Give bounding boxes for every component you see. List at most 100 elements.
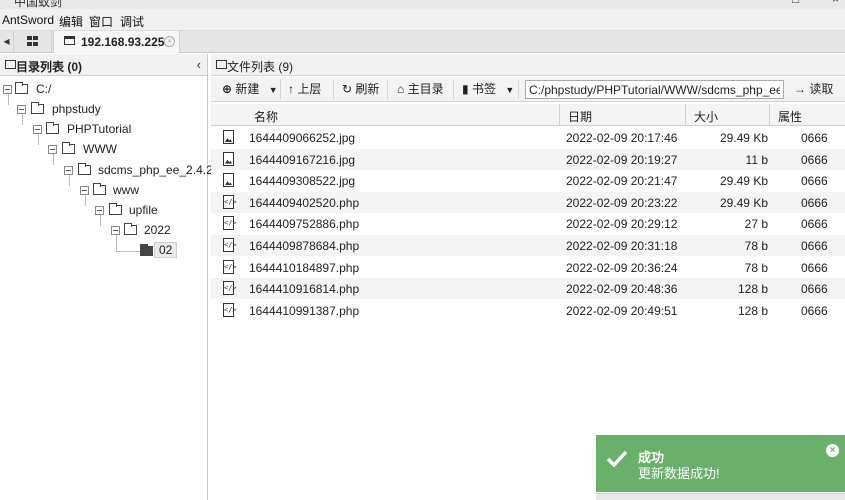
home-dir-button[interactable]: ⌂ 主目录	[397, 81, 444, 98]
folder-icon	[62, 142, 75, 154]
table-row[interactable]: 1644409167216.jpg 2022-02-09 20:19:27 11 b…	[211, 148, 845, 170]
toast-close-icon[interactable]: ×	[826, 444, 839, 457]
directory-panel-title: 目录列表 (0)	[16, 60, 83, 74]
read-button[interactable]: → 读取	[794, 81, 833, 98]
cell-size: 27 b	[744, 217, 768, 232]
tree-toggle-icon[interactable]	[64, 166, 73, 175]
window-title: 中国蚁剑	[14, 0, 63, 9]
tree-node-label: phpstudy	[52, 102, 101, 116]
refresh-button[interactable]: ↻ 刷新	[342, 81, 379, 98]
menu-window[interactable]: 窗口	[89, 13, 113, 30]
column-header-date[interactable]: 日期	[568, 108, 592, 125]
home-icon: ⌂	[397, 82, 405, 96]
toast-stack-edge	[596, 493, 845, 500]
tree-node-www[interactable]: www	[0, 182, 200, 200]
cell-name: 1644409752886.php	[249, 217, 360, 232]
tree-node-label: C:/	[36, 82, 52, 96]
tree-node-label: 2022	[144, 223, 171, 237]
tree-toggle-icon[interactable]	[33, 125, 42, 134]
cell-date: 2022-02-09 20:36:24	[566, 260, 678, 275]
cell-attr: 0666	[801, 239, 828, 253]
table-row[interactable]: </> 1644409878684.php 2022-02-09 20:31:18 7…	[211, 235, 845, 256]
tab-connection-label: 192.168.93.225	[81, 35, 165, 49]
file-table-header: 名称 日期 大小 属性	[211, 104, 845, 126]
path-input[interactable]	[525, 80, 784, 99]
cell-attr: 0666	[801, 152, 828, 167]
folder-icon	[78, 163, 91, 175]
menu-edit[interactable]: 编辑	[59, 13, 83, 30]
tab-home[interactable]	[14, 31, 52, 52]
tree-node-phptutorial[interactable]: PHPTutorial	[0, 121, 200, 139]
image-file-icon	[223, 151, 234, 166]
tree-toggle-icon[interactable]	[95, 206, 104, 215]
cell-name: 1644409308522.jpg	[249, 174, 356, 189]
table-row[interactable]: </> 1644410184897.php 2022-02-09 20:36:24 7…	[211, 257, 845, 278]
tree-node-label: PHPTutorial	[67, 122, 132, 136]
cell-attr: 0666	[801, 260, 828, 275]
tab-close-icon[interactable]: ×	[164, 36, 175, 47]
bookmark-button[interactable]: ▮ 书签 ▼	[462, 81, 514, 98]
tree-node-02[interactable]: 02	[0, 242, 200, 261]
table-row[interactable]: </> 1644409402520.php 2022-02-09 20:23:22 2…	[211, 191, 845, 213]
maximize-icon[interactable]: □	[792, 0, 799, 6]
dropdown-caret-icon: ▼	[505, 85, 515, 95]
cell-size: 29.49 Kb	[719, 174, 768, 189]
tree-toggle-icon[interactable]	[111, 226, 120, 235]
menu-debug[interactable]: 调试	[120, 13, 144, 30]
cell-size: 128 b	[737, 303, 768, 318]
refresh-icon: ↻	[342, 82, 353, 96]
tree-node-phpstudy[interactable]: phpstudy	[0, 101, 200, 119]
menu-bar: AntSword 编辑 窗口 调试	[0, 9, 845, 31]
collapse-panel-icon[interactable]: ‹	[197, 57, 201, 72]
cell-date: 2022-02-09 20:48:36	[566, 282, 678, 297]
tree-node-sdcms[interactable]: sdcms_php_ee_2.4.2	[0, 162, 213, 180]
image-file-icon	[223, 173, 234, 188]
file-list-icon	[216, 60, 227, 69]
table-row[interactable]: 1644409066252.jpg 2022-02-09 20:17:46 29.4…	[211, 127, 845, 148]
bookmark-icon: ▮	[462, 82, 469, 96]
tab-bar: ◂ 192.168.93.225 ×	[0, 31, 845, 53]
tree-node-www-root[interactable]: WWW	[0, 141, 200, 159]
cell-attr: 0666	[801, 195, 828, 210]
directory-panel: 目录列表 (0) ‹ C:/ phpstudy PHPTutorial WWW …	[0, 54, 213, 500]
cell-name: 1644410916814.php	[249, 282, 360, 297]
menu-antsword[interactable]: AntSword	[2, 13, 54, 27]
tree-toggle-icon[interactable]	[48, 145, 57, 154]
cell-name: 1644409402520.php	[249, 195, 360, 210]
table-row[interactable]: </> 1644409752886.php 2022-02-09 20:29:12 2…	[211, 213, 845, 234]
cell-attr: 0666	[801, 282, 828, 297]
cell-name: 1644409066252.jpg	[249, 131, 356, 145]
column-header-size[interactable]: 大小	[694, 108, 718, 125]
cell-attr: 0666	[801, 217, 828, 232]
tree-node-upfile[interactable]: upfile	[0, 202, 200, 220]
tree-node-2022[interactable]: 2022	[0, 222, 200, 240]
tree-node-c-drive[interactable]: C:/	[0, 81, 200, 99]
up-level-button[interactable]: ↑ 上层	[288, 81, 321, 98]
code-file-icon: </>	[223, 194, 237, 209]
close-window-icon[interactable]: ×	[832, 0, 839, 6]
tab-connection[interactable]: 192.168.93.225 ×	[53, 31, 180, 53]
folder-icon	[93, 183, 106, 195]
cell-size: 11 b	[745, 152, 768, 167]
cell-attr: 0666	[801, 303, 828, 318]
tree-toggle-icon[interactable]	[17, 105, 26, 114]
tab-scroll-left-icon[interactable]: ◂	[0, 31, 14, 52]
table-row[interactable]: 1644409308522.jpg 2022-02-09 20:21:47 29.4…	[211, 170, 845, 191]
table-row[interactable]: </> 1644410991387.php 2022-02-09 20:49:51 1…	[211, 300, 845, 321]
file-toolbar: ⊕ 新建 ▼ ↑ 上层 ↻ 刷新 ⌂ 主目录 ▮ 书签 ▼ → 读取	[211, 77, 845, 102]
tree-toggle-icon[interactable]	[3, 85, 12, 94]
column-header-attr[interactable]: 属性	[778, 108, 802, 125]
image-file-icon	[223, 130, 234, 144]
tree-node-label: upfile	[129, 203, 158, 217]
checkmark-icon	[606, 450, 628, 468]
table-row[interactable]: </> 1644410916814.php 2022-02-09 20:48:36 1…	[211, 278, 845, 300]
code-file-icon: </>	[223, 238, 237, 252]
column-header-name[interactable]: 名称	[254, 108, 278, 125]
tree-node-label: 02	[154, 242, 178, 258]
tree-toggle-icon[interactable]	[80, 186, 89, 195]
folder-icon	[15, 82, 28, 94]
success-toast: 成功 更新数据成功! ×	[596, 435, 845, 492]
cell-attr: 0666	[801, 131, 828, 145]
new-button[interactable]: ⊕ 新建 ▼	[222, 81, 278, 98]
folder-icon	[31, 102, 44, 114]
